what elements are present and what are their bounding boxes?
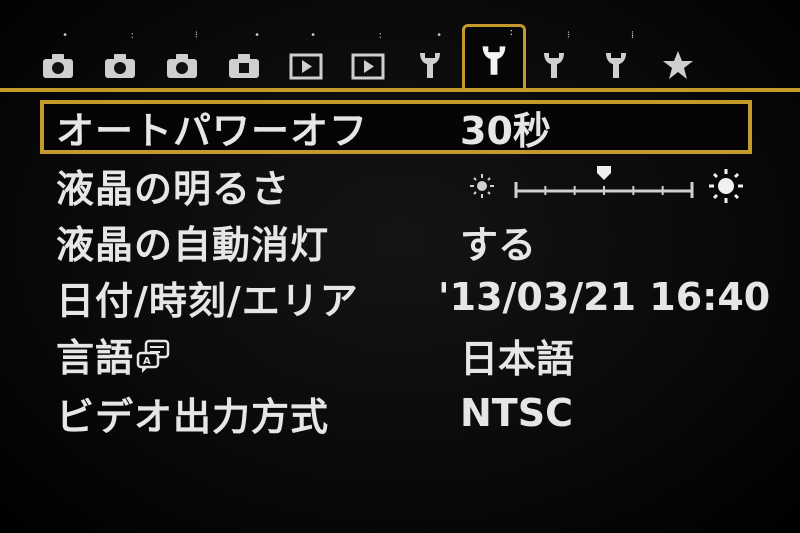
speech-bubble-icon: A [136,338,172,383]
tab-dots: ⁝ [194,30,198,41]
wrench-icon [603,50,629,80]
tab-playback-1[interactable]: • [284,31,328,80]
camera-icon [103,52,137,80]
tab-dots: : [509,27,513,38]
tab-dots: : [130,30,134,41]
tab-dots: ⁝ [566,30,570,41]
wrench-icon [417,50,443,80]
tab-dots: ⁞ [630,30,634,41]
menu-row-date-time[interactable]: 日付/時刻/エリア '13/03/21 16:40 [40,270,770,324]
camera-lcd-screen: • : ⁝ • •: •: ⁝ ⁞ オートパワーオフ 30秒 液晶の明るさ … [0,0,800,533]
menu-item-label-wrap: 言語 A [56,327,172,383]
bright-sun-icon [709,169,743,203]
tab-dots: • [62,30,68,41]
tab-dots: • [310,30,316,41]
menu-item-label: 液晶の明るさ [56,166,291,211]
svg-text:A: A [143,356,152,367]
dim-sun-icon [470,174,494,198]
menu-row-lcd-brightness[interactable]: 液晶の明るさ [40,158,752,212]
menu-item-label: ビデオ出力方式 [56,394,330,439]
brightness-pointer [597,166,611,180]
menu-item-label: 液晶の自動消灯 [56,222,330,267]
wrench-icon [479,43,509,77]
camera-icon [165,52,199,80]
tab-setup-2[interactable]: : [462,24,526,92]
menu-item-value: する [460,222,537,267]
menu-item-label: 言語 [56,336,135,380]
star-icon [662,50,694,80]
menu-item-value: NTSC [460,391,573,435]
tab-dots: • [436,30,442,41]
tab-my-menu[interactable] [656,36,700,80]
play-icon [351,52,385,80]
brightness-indicator [462,158,752,212]
tab-dots: • [254,30,260,41]
menu-row-auto-power-off[interactable]: オートパワーオフ 30秒 [40,100,752,154]
tab-setup-4[interactable]: ⁞ [594,31,638,80]
menu-row-language[interactable]: 言語 A 日本語 [40,328,752,382]
play-icon [289,52,323,80]
menu-item-label: オートパワーオフ [56,108,369,153]
brightness-scale [470,166,743,203]
menu-item-value: 30秒 [460,108,551,153]
tab-shooting-1[interactable]: • [36,31,80,80]
tab-shooting-2[interactable]: : [98,31,142,80]
tab-underline [0,88,800,92]
tab-playback-2[interactable]: : [346,31,390,80]
menu-row-video-system[interactable]: ビデオ出力方式 NTSC [40,386,752,440]
tab-setup-1[interactable]: • [408,31,452,80]
menu-item-value: 日本語 [460,336,575,381]
tab-shooting-4[interactable]: • [222,31,266,80]
camera-icon [227,52,261,80]
tab-shooting-3[interactable]: ⁝ [160,31,204,80]
menu-row-lcd-auto-off[interactable]: 液晶の自動消灯 する [40,214,752,268]
wrench-icon [541,50,567,80]
menu-item-value: '13/03/21 16:40 [438,275,771,319]
menu-item-label: 日付/時刻/エリア [56,278,359,323]
menu-tab-bar: • : ⁝ • •: •: ⁝ ⁞ [0,0,800,92]
tab-setup-3[interactable]: ⁝ [532,31,576,80]
camera-icon [41,52,75,80]
tab-dots: : [378,30,382,41]
